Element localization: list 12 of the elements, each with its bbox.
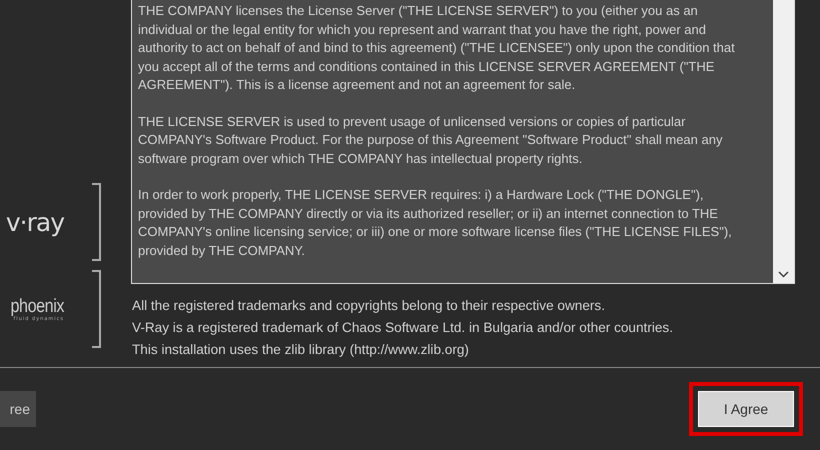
agree-button[interactable]: I Agree [698,391,794,427]
license-paragraph: In order to work properly, THE LICENSE SERVER requires: i) a Hardware Lock ("THE DONGLE"), provided by THE COMPANY directly or via its authorized reseller; or ii) an internet connection to THE COMPANY's online licensing service; or iii) one or more software license files ("THE LICENSE FILES"), provided by THE COMPANY. [138,186,733,260]
license-text-area[interactable] [131,0,795,284]
notice-text: V-Ray is a registered trademark of Chaos Software Ltd. in Bulgaria and/or other countries. [132,319,674,337]
scrollbar[interactable] [773,0,794,283]
notice-text: This installation uses the zlib library (http://www.zlib.org) [132,341,470,359]
logo: v·ray [6,208,64,236]
license-paragraph: THE COMPANY licenses the License Server ("THE LICENSE SERVER") to you (either you as an individual or the legal entity for which you represent and warrant that you have the right, power and authority to act on behalf of and bind to this agreement) ("THE LICENSEE") only upon the condition that you accept all of the terms and conditions contained in this LICENSE SERVER AGREEMENT ("THE AGREEMENT"). This is a license agreement and not an agreement for sale. [138,2,736,94]
disagree-button[interactable]: ree [0,391,36,427]
license-paragraph: THE LICENSE SERVER is used to prevent usage of unlicensed versions or copies of particular COMPANY's Software Product. For the purpose of this Agreement "Software Product" shall mean any software program over which THE COMPANY has intellectual property rights. [138,112,724,168]
notice-text: All the registered trademarks and copyrights belong to their respective owners. [132,297,606,315]
chevron-down-icon[interactable] [778,271,789,278]
